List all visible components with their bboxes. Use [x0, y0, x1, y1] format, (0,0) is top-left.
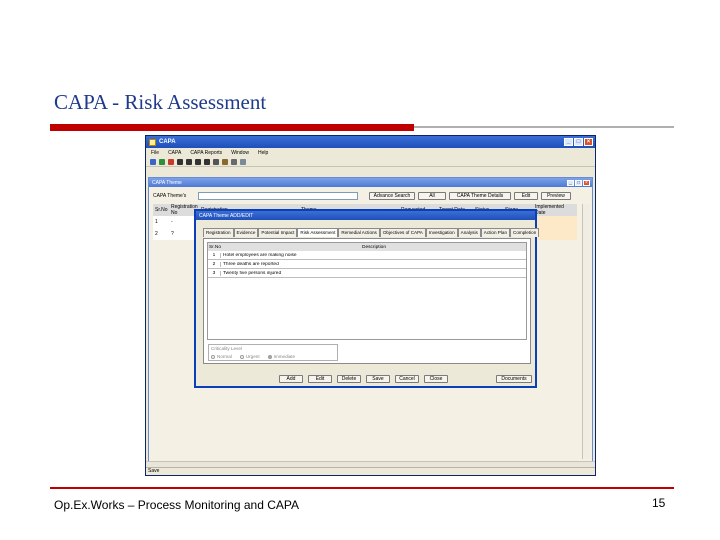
tab-action-plan[interactable]: Action Plan — [480, 228, 511, 237]
vertical-scrollbar[interactable] — [582, 204, 590, 459]
cancel-button[interactable]: Cancel — [395, 375, 419, 383]
page-number: 15 — [652, 496, 666, 510]
option-label: Urgent — [245, 354, 260, 359]
tab-remedial-actions[interactable]: Remedial Actions — [338, 228, 380, 237]
footer-divider — [50, 487, 674, 489]
risk-assessment-panel: Sr.No Description 1 Hotel employees are … — [203, 238, 531, 364]
col-implemented-date: Implemented Date — [535, 204, 564, 216]
dialog-title: CAPA Theme ADD/EDIT — [199, 212, 254, 219]
close-button[interactable]: Close — [424, 375, 448, 383]
col-description: Description — [362, 244, 386, 250]
row-description[interactable]: Three deaths are reported — [220, 261, 526, 267]
dialog-button-bar: Add Edit Delete Save Cancel Close — [279, 375, 448, 383]
tab-potential-impact[interactable]: Potential Impact — [258, 228, 298, 237]
table-row[interactable]: 2 Three deaths are reported — [208, 260, 526, 269]
radio-icon — [211, 354, 215, 359]
status-bar: Save — [146, 467, 595, 475]
tab-objectives-of-capa[interactable]: Objectives of CAPA — [379, 228, 426, 237]
add-button[interactable]: Add — [279, 375, 303, 383]
criticality-immediate-radio[interactable]: Immediate — [267, 354, 296, 359]
menu-file[interactable]: File — [151, 150, 159, 156]
save-icon[interactable] — [150, 158, 156, 165]
row-description[interactable]: Hotel employees are making noise — [220, 252, 526, 258]
frame-close-icon[interactable]: × — [583, 179, 590, 186]
copy-icon[interactable] — [231, 158, 237, 165]
slide-title: CAPA - Risk Assessment — [54, 90, 267, 114]
title-underline-red — [50, 124, 414, 131]
option-label: Immediate — [273, 354, 296, 359]
advance-search-button[interactable]: Advance Search — [369, 191, 415, 200]
app-icon — [149, 138, 156, 146]
settings-icon[interactable] — [240, 158, 246, 165]
criticality-group: Criticality Level Normal Urgent Immediat… — [208, 344, 338, 361]
frame-maximize-icon[interactable]: □ — [575, 179, 582, 186]
radio-icon — [267, 354, 272, 359]
footer-text: Op.Ex.Works – Process Monitoring and CAP… — [54, 498, 299, 512]
tab-completion[interactable]: Completion — [510, 228, 540, 237]
delete-button[interactable]: Delete — [337, 375, 361, 383]
risk-table-header: Sr.No Description — [208, 243, 526, 251]
next-icon[interactable] — [195, 158, 201, 165]
menu-help[interactable]: Help — [258, 150, 268, 156]
criticality-urgent-radio[interactable]: Urgent — [239, 354, 260, 359]
row-sn: 3 — [212, 270, 216, 276]
menu-capa[interactable]: CAPA — [168, 150, 181, 156]
tab-risk-assessment[interactable]: Risk Assessment — [297, 228, 339, 237]
frame-minimize-icon[interactable]: _ — [567, 179, 574, 186]
row-sr: 2 — [155, 231, 158, 237]
add-icon[interactable] — [159, 158, 165, 165]
row-implemented-cell — [537, 228, 577, 240]
last-icon[interactable] — [204, 158, 210, 165]
col-sr-no: Sr.No — [209, 244, 221, 250]
close-icon[interactable]: × — [584, 138, 593, 146]
capa-theme-titlebar: CAPA Theme _ □ × — [149, 178, 592, 187]
all-button[interactable]: All — [418, 191, 446, 200]
preview-button[interactable]: Preview — [541, 191, 571, 200]
app-titlebar: CAPA _ □ × — [146, 136, 595, 148]
radio-icon — [239, 354, 244, 359]
row-sn: 1 — [212, 252, 216, 258]
tab-investigation[interactable]: Investigation — [425, 228, 458, 237]
criticality-normal-radio[interactable]: Normal — [211, 354, 232, 359]
edit-button[interactable]: Edit — [308, 375, 332, 383]
capa-theme-add-edit-dialog: CAPA Theme ADD/EDIT Registration Evidenc… — [194, 209, 540, 388]
menu-window[interactable]: Window — [231, 150, 249, 156]
row-sr: 1 — [155, 219, 158, 225]
maximize-icon[interactable]: □ — [574, 138, 583, 146]
search-label: CAPA Theme's — [153, 192, 187, 199]
criticality-label: Criticality Level — [211, 346, 242, 351]
table-row[interactable]: 3 Twenty five persons injured — [208, 269, 526, 278]
tab-analysis[interactable]: Analysis — [457, 228, 481, 237]
search-input[interactable] — [198, 191, 358, 200]
menu-capa-reports[interactable]: CAPA Reports — [190, 150, 222, 156]
table-row[interactable]: 1 Hotel employees are making noise — [208, 251, 526, 260]
edit-button[interactable]: Edit — [514, 191, 538, 200]
minimize-icon[interactable]: _ — [564, 138, 573, 146]
theme-details-button[interactable]: CAPA Theme Details — [449, 191, 511, 200]
row-description[interactable]: Twenty five persons injured — [220, 270, 526, 276]
row-sn: 2 — [212, 261, 216, 267]
option-label: Normal — [217, 354, 232, 359]
risk-table: Sr.No Description 1 Hotel employees are … — [207, 242, 527, 340]
search-row: CAPA Theme's Advance Search All CAPA The… — [153, 190, 589, 201]
documents-button[interactable]: Documents — [496, 375, 532, 383]
capa-theme-title: CAPA Theme — [152, 179, 182, 186]
toolbar — [146, 157, 595, 167]
tab-evidence[interactable]: Evidence — [233, 228, 259, 237]
filter-icon[interactable] — [213, 158, 219, 165]
first-icon[interactable] — [177, 158, 183, 165]
app-title: CAPA — [159, 139, 176, 145]
title-underline-gray — [414, 126, 674, 128]
save-button[interactable]: Save — [366, 375, 390, 383]
dialog-titlebar: CAPA Theme ADD/EDIT — [196, 211, 535, 220]
edit-icon[interactable] — [222, 158, 228, 165]
delete-icon[interactable] — [168, 158, 174, 165]
dialog-tabs: Registration Evidence Potential Impact R… — [203, 228, 540, 237]
tab-registration[interactable]: Registration — [203, 228, 234, 237]
menu-bar: File CAPA CAPA Reports Window Help — [146, 148, 595, 157]
col-sr-no: Sr.No — [155, 207, 168, 213]
row-implemented-cell — [537, 216, 577, 228]
prev-icon[interactable] — [186, 158, 192, 165]
